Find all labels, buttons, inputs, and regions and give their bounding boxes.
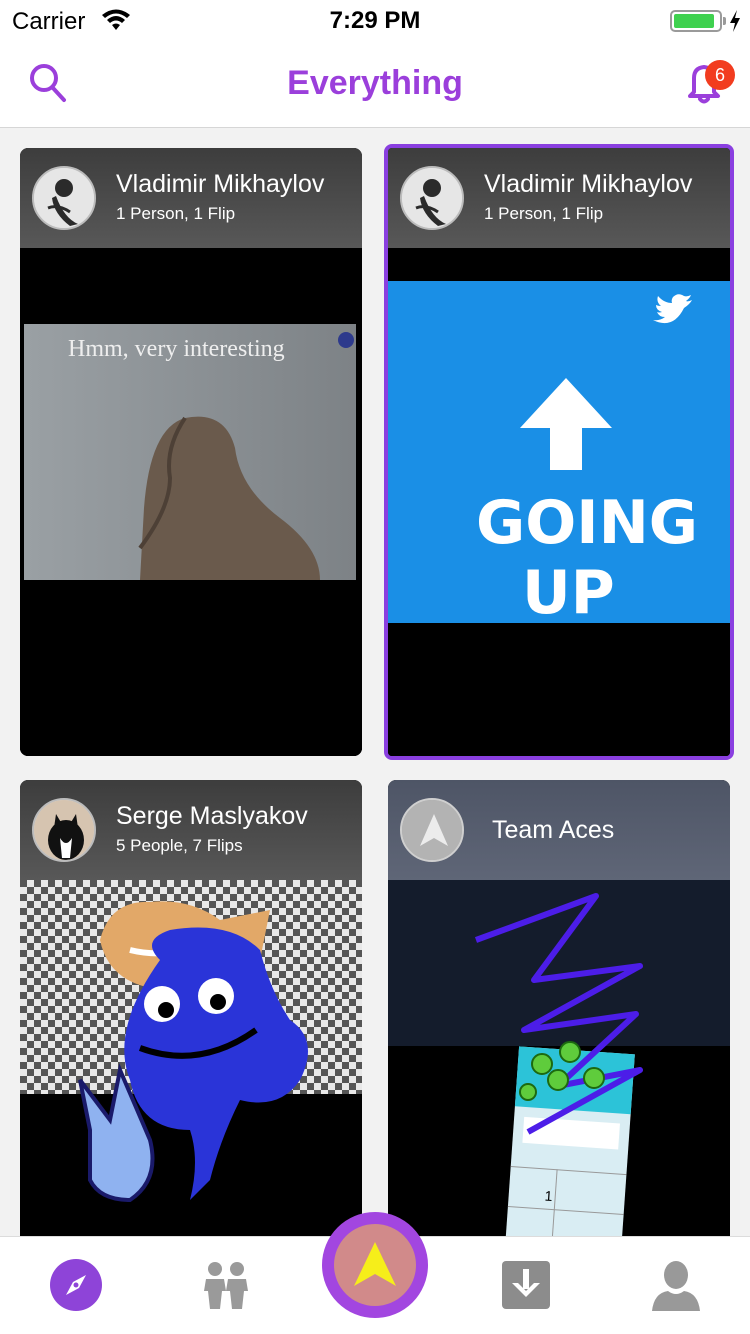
profile-icon[interactable]: [648, 1257, 704, 1313]
feed-grid[interactable]: Vladimir Mikhaylov 1 Person, 1 Flip Hmm,…: [0, 129, 750, 1236]
record-button[interactable]: [322, 1212, 428, 1318]
feed-card[interactable]: Team Aces 1: [388, 780, 730, 1236]
clock: 7:29 PM: [329, 7, 421, 34]
status-bar: Carrier 7:29 PM: [0, 0, 750, 40]
compass-icon[interactable]: [48, 1257, 104, 1313]
card-title: Serge Maslyakov: [116, 802, 308, 830]
card-header: Vladimir Mikhaylov 1 Person, 1 Flip: [388, 148, 730, 248]
people-icon[interactable]: [198, 1257, 254, 1313]
download-icon[interactable]: [498, 1257, 554, 1313]
feed-card-selected[interactable]: Vladimir Mikhaylov 1 Person, 1 Flip GOIN…: [384, 144, 734, 760]
battery-tip: [723, 17, 726, 25]
card-header: Serge Maslyakov 5 People, 7 Flips: [20, 780, 362, 880]
avatar: [32, 798, 96, 862]
record-icon: [354, 1242, 396, 1286]
card-subtitle: 1 Person, 1 Flip: [116, 204, 236, 223]
card-title: Vladimir Mikhaylov: [116, 170, 325, 198]
notification-badge: 6: [705, 60, 735, 90]
card-media: 1: [388, 880, 730, 1236]
record-button-inner: [334, 1224, 416, 1306]
card-subtitle: 1 Person, 1 Flip: [484, 204, 604, 223]
charging-icon: [730, 10, 740, 32]
feed-card[interactable]: Serge Maslyakov 5 People, 7 Flips: [20, 780, 362, 1236]
page-title: Everything: [287, 64, 463, 102]
card-title: Vladimir Mikhaylov: [484, 170, 693, 198]
card-title: Team Aces: [492, 816, 615, 844]
card-header: Team Aces: [388, 780, 730, 880]
card-media: [20, 880, 362, 1236]
media-caption: Hmm, very interesting: [68, 336, 285, 362]
battery-icon: [670, 10, 722, 32]
team-logo-icon: [400, 798, 464, 862]
card-subtitle: 5 People, 7 Flips: [116, 836, 243, 855]
media-caption: GOING: [476, 488, 698, 558]
card-media: Hmm, very interesting: [20, 248, 362, 756]
svg-text:1: 1: [544, 1188, 553, 1205]
media-caption-2: UP: [522, 558, 615, 628]
card-media: GOING UP: [388, 248, 730, 756]
avatar: [400, 166, 464, 230]
feed-card[interactable]: Vladimir Mikhaylov 1 Person, 1 Flip Hmm,…: [20, 148, 362, 756]
nav-bar: Everything: [0, 40, 750, 128]
card-header: Vladimir Mikhaylov 1 Person, 1 Flip: [20, 148, 362, 248]
avatar: [32, 166, 96, 230]
